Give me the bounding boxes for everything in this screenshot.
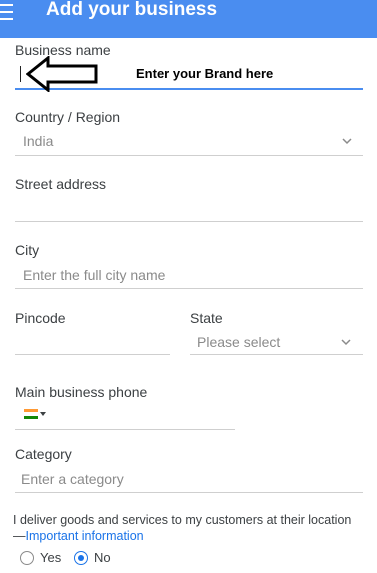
app-bar: Add your business [0, 0, 377, 38]
state-underline [190, 354, 363, 355]
india-flag-icon [24, 409, 38, 419]
country-value: India [23, 133, 54, 149]
city-placeholder: Enter the full city name [23, 267, 166, 283]
city-underline [15, 288, 363, 289]
pincode-label: Pincode [15, 310, 66, 326]
street-address-underline [15, 221, 363, 222]
dropdown-arrow-icon [40, 412, 46, 416]
dash-prefix: — [13, 529, 26, 543]
phone-country-selector[interactable] [22, 406, 52, 422]
state-placeholder: Please select [197, 334, 281, 350]
city-input[interactable]: Enter the full city name [15, 262, 363, 288]
menu-icon[interactable] [0, 4, 14, 20]
delivery-info-line: —Important information [13, 527, 144, 545]
phone-underline [15, 429, 235, 430]
annotation-text: Enter your Brand here [136, 66, 274, 81]
category-underline [15, 492, 363, 493]
radio-yes[interactable] [20, 551, 34, 565]
street-address-input[interactable] [15, 195, 363, 221]
state-label: State [190, 310, 223, 326]
category-placeholder: Enter a category [21, 471, 124, 487]
country-underline [15, 155, 363, 156]
chevron-down-icon [341, 339, 351, 346]
phone-label: Main business phone [15, 384, 148, 400]
pincode-input[interactable] [15, 328, 170, 354]
category-label: Category [15, 446, 72, 462]
phone-input[interactable] [56, 402, 235, 428]
category-input[interactable]: Enter a category [15, 466, 363, 492]
street-address-label: Street address [15, 176, 107, 192]
arrow-left-icon [26, 56, 98, 92]
city-label: City [15, 242, 40, 258]
radio-no-label: No [94, 550, 111, 565]
text-cursor [20, 66, 21, 82]
radio-no[interactable] [74, 551, 88, 565]
country-label: Country / Region [15, 109, 121, 125]
radio-yes-label: Yes [40, 550, 62, 565]
pincode-underline [15, 354, 170, 355]
country-select[interactable]: India [15, 130, 363, 156]
page-title: Add your business [46, 0, 218, 20]
chevron-down-icon [342, 138, 352, 145]
state-select[interactable]: Please select [190, 330, 363, 354]
important-information-link[interactable]: Important information [26, 529, 144, 543]
